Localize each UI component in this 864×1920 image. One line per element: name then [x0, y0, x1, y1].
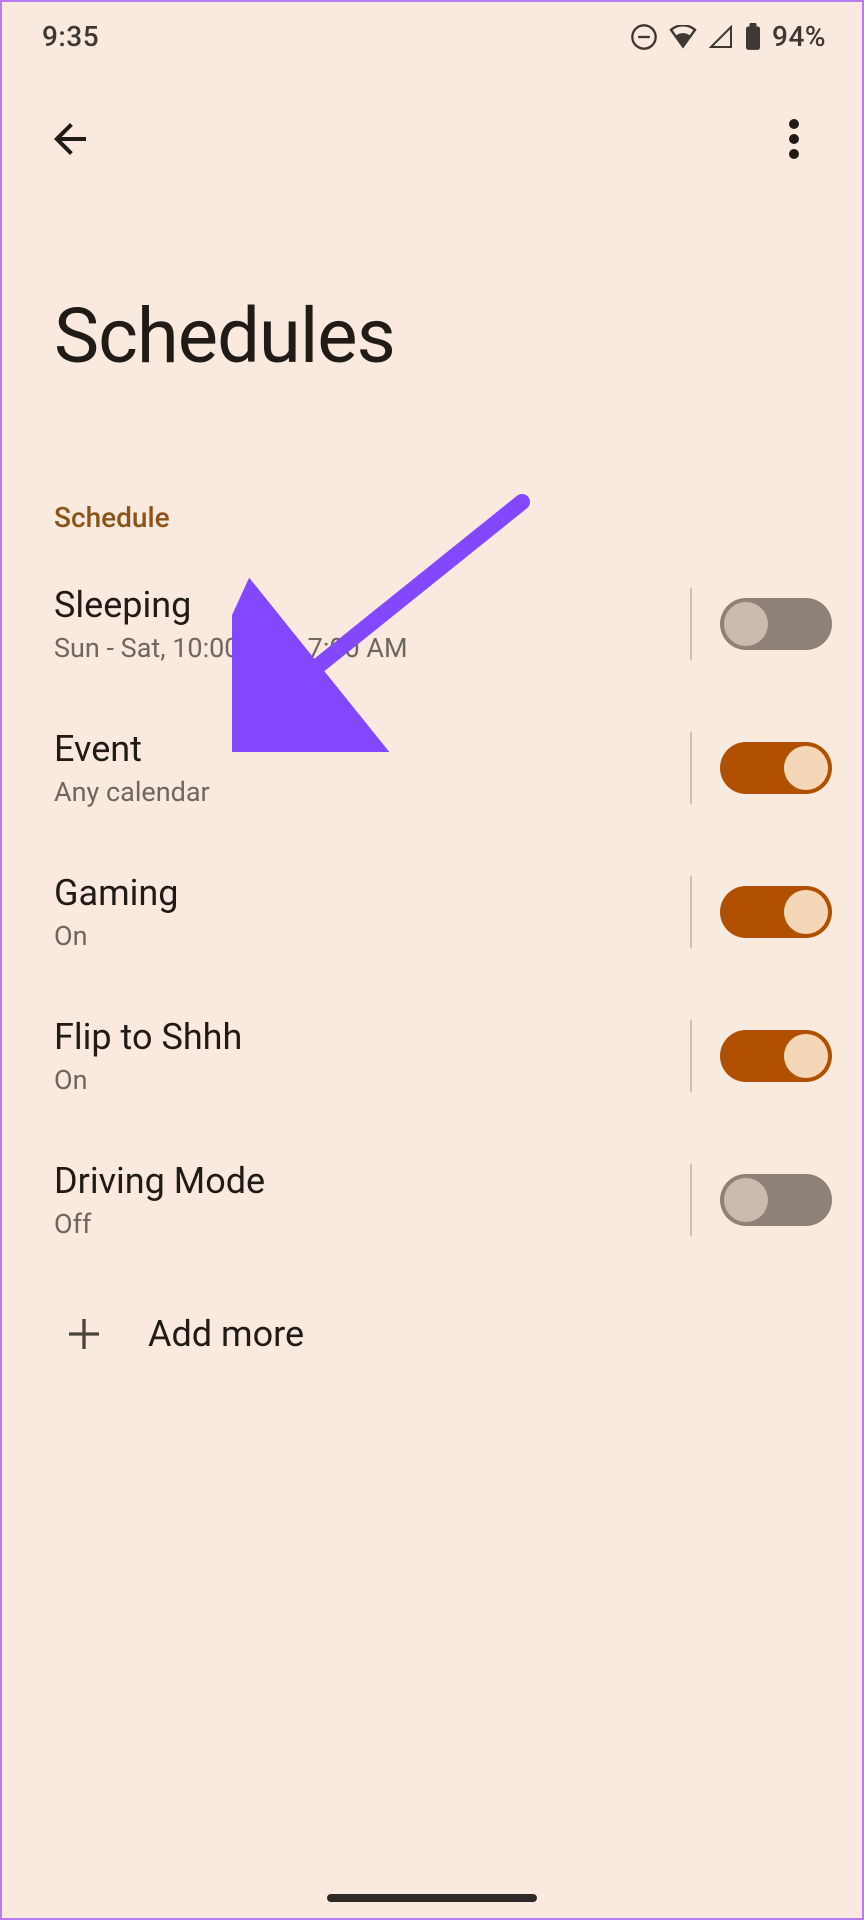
wifi-icon — [668, 25, 698, 49]
schedule-title: Gaming — [54, 872, 678, 914]
schedule-toggle-driving[interactable] — [720, 1174, 832, 1226]
schedule-title: Sleeping — [54, 584, 678, 626]
cellular-icon — [708, 25, 734, 49]
schedule-subtitle: Any calendar — [54, 776, 678, 808]
schedule-subtitle: Sun - Sat, 10:00 PM - 7:00 AM — [54, 632, 678, 664]
status-time: 9:35 — [42, 20, 99, 53]
status-bar: 9:35 94% — [2, 2, 862, 63]
schedule-row-sleeping[interactable]: Sleeping Sun - Sat, 10:00 PM - 7:00 AM — [2, 552, 862, 696]
schedule-subtitle: Off — [54, 1208, 678, 1240]
dnd-icon — [630, 23, 658, 51]
battery-icon — [744, 23, 762, 51]
status-battery-pct: 94% — [772, 20, 826, 53]
schedule-row-gaming[interactable]: Gaming On — [2, 840, 862, 984]
schedule-subtitle: On — [54, 1064, 678, 1096]
schedule-title: Flip to Shhh — [54, 1016, 678, 1058]
schedule-toggle-event[interactable] — [720, 742, 832, 794]
status-right: 94% — [630, 20, 826, 53]
schedule-row-driving[interactable]: Driving Mode Off — [2, 1128, 862, 1272]
schedule-title: Event — [54, 728, 678, 770]
schedule-subtitle: On — [54, 920, 678, 952]
schedule-title: Driving Mode — [54, 1160, 678, 1202]
section-label: Schedule — [2, 441, 862, 552]
schedule-toggle-sleeping[interactable] — [720, 598, 832, 650]
overflow-menu-button[interactable] — [762, 107, 826, 171]
back-button[interactable] — [38, 107, 102, 171]
row-divider — [690, 732, 692, 804]
row-divider — [690, 1164, 692, 1236]
row-divider — [690, 1020, 692, 1092]
row-divider — [690, 588, 692, 660]
plus-icon — [60, 1310, 108, 1358]
page-title: Schedules — [54, 291, 810, 381]
add-more-button[interactable]: Add more — [2, 1272, 862, 1396]
arrow-back-icon — [46, 115, 94, 163]
home-indicator[interactable] — [327, 1894, 537, 1902]
schedule-toggle-flip[interactable] — [720, 1030, 832, 1082]
schedule-row-flip[interactable]: Flip to Shhh On — [2, 984, 862, 1128]
page-header: Schedules — [2, 171, 862, 441]
more-vert-icon — [788, 119, 800, 159]
action-bar — [2, 63, 862, 171]
schedule-row-event[interactable]: Event Any calendar — [2, 696, 862, 840]
add-more-label: Add more — [148, 1313, 304, 1355]
row-divider — [690, 876, 692, 948]
schedule-toggle-gaming[interactable] — [720, 886, 832, 938]
